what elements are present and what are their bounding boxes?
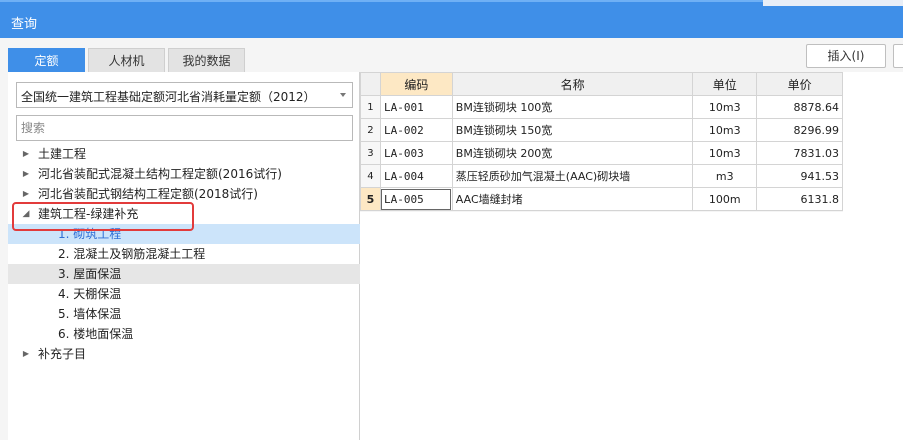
cell-name[interactable]: AAC墙缝封堵	[451, 187, 694, 211]
insert-button[interactable]: 插入(I)	[806, 44, 886, 68]
cell-name[interactable]: BM连锁砌块 100宽	[451, 95, 694, 119]
column-header-unit[interactable]: 单位	[692, 72, 758, 96]
tree-node-prefab-steel[interactable]: ▶ 河北省装配式钢结构工程定额(2018试行)	[8, 184, 360, 204]
cell-price[interactable]: 8878.64	[756, 95, 843, 119]
tree-node-roof-insulation[interactable]: 3. 屋面保温	[8, 264, 360, 284]
tree-node-wall-insulation[interactable]: 5. 墙体保温	[8, 304, 360, 324]
expand-triangle-icon[interactable]: ▶	[21, 184, 31, 204]
library-select[interactable]: 全国统一建筑工程基础定额河北省消耗量定额（2012）	[16, 82, 353, 108]
query-window: 查询 定额 人材机 我的数据 插入(I) 全国统一建筑工程基础定额河北省消耗量定…	[0, 0, 903, 440]
quota-tree: ▶ 土建工程 ▶ 河北省装配式混凝土结构工程定额(2016试行) ▶ 河北省装配…	[8, 144, 360, 364]
cell-name[interactable]: BM连锁砌块 150宽	[451, 118, 694, 142]
cell-unit[interactable]: 100m	[692, 187, 758, 211]
table-row[interactable]: 5 LA-005 AAC墙缝封堵 100m 6131.8	[360, 187, 843, 211]
row-index: 2	[360, 118, 381, 142]
tree-node-civil[interactable]: ▶ 土建工程	[8, 144, 360, 164]
cell-price[interactable]: 941.53	[756, 164, 843, 188]
tree-node-floor-insulation[interactable]: 6. 楼地面保温	[8, 324, 360, 344]
tab-quota[interactable]: 定额	[8, 48, 85, 72]
expand-triangle-icon[interactable]: ▶	[21, 344, 31, 364]
quota-table: 编码 名称 单位 单价 1 LA-001 BM连锁砌块 100宽 10m3 88…	[360, 72, 843, 211]
table-row[interactable]: 3 LA-003 BM连锁砌块 200宽 10m3 7831.03	[360, 141, 843, 165]
library-select-value: 全国统一建筑工程基础定额河北省消耗量定额（2012）	[21, 90, 316, 104]
cell-unit[interactable]: 10m3	[692, 95, 758, 119]
cell-unit[interactable]: m3	[692, 164, 758, 188]
table-row[interactable]: 4 LA-004 蒸压轻质砂加气混凝土(AAC)砌块墙 m3 941.53	[360, 164, 843, 188]
table-row[interactable]: 1 LA-001 BM连锁砌块 100宽 10m3 8878.64	[360, 95, 843, 119]
tree-node-supplement-items[interactable]: ▶ 补充子目	[8, 344, 360, 364]
grid-empty-area	[360, 212, 903, 440]
table-row[interactable]: 2 LA-002 BM连锁砌块 150宽 10m3 8296.99	[360, 118, 843, 142]
tree-node-ceiling-insulation[interactable]: 4. 天棚保温	[8, 284, 360, 304]
cell-code[interactable]: LA-005	[379, 187, 453, 211]
row-index: 5	[360, 187, 381, 211]
column-header-name[interactable]: 名称	[451, 72, 694, 96]
search-input[interactable]	[16, 115, 353, 141]
row-index: 4	[360, 164, 381, 188]
expand-triangle-icon[interactable]: ▶	[21, 144, 31, 164]
window-title: 查询	[11, 17, 38, 32]
chevron-down-icon[interactable]	[340, 93, 346, 97]
cell-price[interactable]: 6131.8	[756, 187, 843, 211]
cell-name[interactable]: 蒸压轻质砂加气混凝土(AAC)砌块墙	[451, 164, 694, 188]
cell-code[interactable]: LA-003	[379, 141, 453, 165]
tab-labor-material-machine[interactable]: 人材机	[88, 48, 165, 72]
cell-unit[interactable]: 10m3	[692, 141, 758, 165]
expand-triangle-icon[interactable]: ▶	[21, 164, 31, 184]
collapse-triangle-icon[interactable]: ◢	[21, 204, 31, 224]
tree-node-green-supplement[interactable]: ◢ 建筑工程-绿建补充	[8, 204, 360, 224]
row-index: 1	[360, 95, 381, 119]
row-index-header	[360, 72, 381, 96]
toolbar-button-partial[interactable]	[893, 44, 903, 68]
tree-node-concrete[interactable]: 2. 混凝土及钢筋混凝土工程	[8, 244, 360, 264]
tab-my-data[interactable]: 我的数据	[168, 48, 245, 72]
column-header-price[interactable]: 单价	[756, 72, 843, 96]
table-header-row: 编码 名称 单位 单价	[360, 72, 843, 96]
toolbar: 定额 人材机 我的数据 插入(I)	[0, 38, 903, 72]
quota-tree-panel: 全国统一建筑工程基础定额河北省消耗量定额（2012） ▶ 土建工程 ▶ 河北省装…	[8, 72, 360, 440]
grid-background	[843, 72, 903, 212]
cell-unit[interactable]: 10m3	[692, 118, 758, 142]
title-bar: 查询	[0, 0, 903, 38]
cell-code[interactable]: LA-002	[379, 118, 453, 142]
column-header-code[interactable]: 编码	[379, 72, 453, 96]
tree-node-masonry[interactable]: 1. 砌筑工程	[8, 224, 360, 244]
cell-name[interactable]: BM连锁砌块 200宽	[451, 141, 694, 165]
window-controls	[763, 0, 903, 6]
tree-node-prefab-concrete[interactable]: ▶ 河北省装配式混凝土结构工程定额(2016试行)	[8, 164, 360, 184]
cell-price[interactable]: 8296.99	[756, 118, 843, 142]
row-index: 3	[360, 141, 381, 165]
cell-code[interactable]: LA-001	[379, 95, 453, 119]
cell-code[interactable]: LA-004	[379, 164, 453, 188]
cell-price[interactable]: 7831.03	[756, 141, 843, 165]
